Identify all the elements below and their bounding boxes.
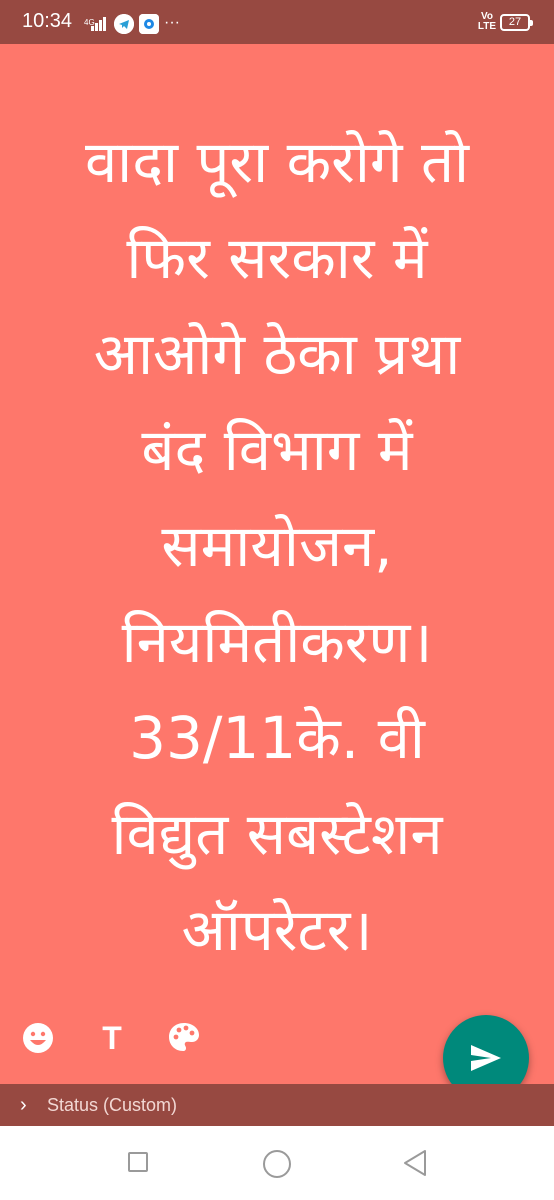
text-style-button[interactable]: T bbox=[94, 1020, 130, 1056]
battery-icon: 27 bbox=[500, 14, 533, 31]
system-status-bar: 10:34 4G ··· Vo LTE 27 bbox=[0, 0, 554, 44]
status-text-line: विद्युत सबस्टेशन bbox=[111, 800, 443, 868]
status-text-line: 33/11के. वी bbox=[129, 704, 425, 772]
status-text-line: नियमितीकरण। bbox=[121, 608, 433, 676]
signal-icon bbox=[91, 17, 106, 31]
chevron-right-icon: › bbox=[20, 1094, 27, 1116]
status-text-line: फिर सरकार में bbox=[126, 224, 428, 292]
more-notifications-icon: ··· bbox=[164, 14, 180, 31]
color-palette-button[interactable] bbox=[166, 1020, 202, 1056]
status-text-line: बंद विभाग में bbox=[141, 416, 413, 484]
system-navigation-bar bbox=[0, 1126, 554, 1200]
status-privacy-label[interactable]: Status (Custom) bbox=[47, 1095, 177, 1116]
clock: 10:34 bbox=[22, 10, 73, 32]
emoji-button[interactable] bbox=[20, 1020, 56, 1056]
recents-button[interactable] bbox=[128, 1152, 148, 1172]
emoji-icon bbox=[23, 1023, 53, 1053]
home-button[interactable] bbox=[263, 1150, 291, 1178]
app-notification-icon bbox=[139, 14, 159, 34]
send-icon bbox=[471, 1045, 501, 1071]
telegram-icon bbox=[114, 14, 134, 34]
status-audience-bar[interactable]: › Status (Custom) bbox=[0, 1084, 554, 1126]
status-text-line: आओगे ठेका प्रथा bbox=[93, 320, 461, 388]
status-text-canvas[interactable]: वादा पूरा करोगे तो फिर सरकार में आओगे ठे… bbox=[0, 44, 554, 1084]
back-button[interactable] bbox=[401, 1148, 429, 1178]
palette-icon bbox=[169, 1023, 199, 1051]
volte-indicator: Vo LTE bbox=[477, 11, 497, 32]
status-text-line: वादा पूरा करोगे तो bbox=[84, 128, 470, 196]
status-text-input[interactable]: वादा पूरा करोगे तो फिर सरकार में आओगे ठे… bbox=[20, 114, 534, 978]
status-text-line: समायोजन, bbox=[161, 512, 393, 580]
status-text-line: ऑपरेटर। bbox=[181, 896, 373, 964]
